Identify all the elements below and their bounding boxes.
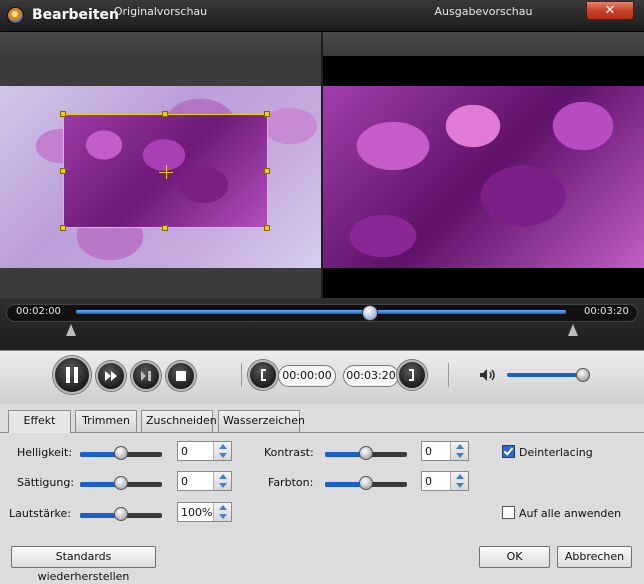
step-icon xyxy=(141,371,151,381)
stop-icon xyxy=(176,371,186,381)
ok-button[interactable]: OK xyxy=(479,546,550,568)
hue-slider-thumb[interactable] xyxy=(359,476,373,490)
spin-up-icon[interactable] xyxy=(219,474,227,479)
crop-handle-left[interactable] xyxy=(60,168,66,174)
volume-slider-track[interactable] xyxy=(507,373,585,377)
tab-effekt[interactable]: Effekt xyxy=(8,410,71,433)
crop-handle-bottom-right[interactable] xyxy=(264,225,270,231)
spin-up-icon[interactable] xyxy=(456,474,464,479)
hue-label: Farbton: xyxy=(268,476,314,489)
volume-value: 100% xyxy=(181,506,213,519)
start-time-field[interactable]: 00:00:00 xyxy=(278,365,336,387)
contrast-label: Kontrast: xyxy=(264,446,314,459)
crop-handle-top-right[interactable] xyxy=(264,111,270,117)
contrast-spin-buttons[interactable] xyxy=(450,442,468,460)
crop-region[interactable] xyxy=(63,114,268,228)
step-forward-button[interactable] xyxy=(131,361,161,391)
spin-down-icon[interactable] xyxy=(219,514,227,519)
contrast-slider-thumb[interactable] xyxy=(359,446,373,460)
brightness-slider-thumb[interactable] xyxy=(114,446,128,460)
contrast-value: 0 xyxy=(425,445,432,458)
cancel-button[interactable]: Abbrechen xyxy=(557,546,632,568)
saturation-spinner[interactable]: 0 xyxy=(177,471,232,491)
hue-spinner[interactable]: 0 xyxy=(421,471,469,491)
crop-handle-bottom-left[interactable] xyxy=(60,225,66,231)
hue-value: 0 xyxy=(425,475,432,488)
fast-forward-icon xyxy=(105,371,117,381)
saturation-value: 0 xyxy=(181,475,188,488)
hue-spin-buttons[interactable] xyxy=(450,472,468,490)
preview-divider xyxy=(321,32,323,298)
output-preview-label: Ausgabevorschau xyxy=(434,5,533,18)
timeline-playhead[interactable] xyxy=(362,305,378,321)
saturation-label: Sättigung: xyxy=(17,476,75,489)
spin-up-icon[interactable] xyxy=(219,444,227,449)
spin-down-icon[interactable] xyxy=(456,483,464,488)
apply-all-label: Auf alle anwenden xyxy=(519,507,622,520)
speaker-icon[interactable] xyxy=(479,368,497,382)
volume-slider-thumb[interactable] xyxy=(576,368,590,382)
crop-center-crosshair-icon xyxy=(166,165,167,179)
volume-spin-buttons[interactable] xyxy=(213,503,231,521)
brightness-value: 0 xyxy=(181,445,188,458)
reset-defaults-button[interactable]: Standards wiederherstellen xyxy=(11,546,156,583)
volume-label: Lautstärke: xyxy=(9,507,71,520)
spin-down-icon[interactable] xyxy=(219,483,227,488)
saturation-slider-thumb[interactable] xyxy=(114,476,128,490)
stop-button[interactable] xyxy=(166,361,196,391)
fast-forward-button[interactable] xyxy=(96,361,126,391)
pause-icon xyxy=(66,367,78,383)
crop-handle-bottom[interactable] xyxy=(162,225,168,231)
controls-separator xyxy=(241,363,242,387)
crop-handle-right[interactable] xyxy=(264,168,270,174)
tab-wasserzeichen[interactable]: Wasserzeichen xyxy=(218,410,305,432)
apply-all-checkbox[interactable] xyxy=(502,506,515,519)
bracket-close-icon xyxy=(409,369,414,381)
output-preview-image xyxy=(323,86,644,268)
controls-separator xyxy=(448,363,449,387)
brightness-spin-buttons[interactable] xyxy=(213,442,231,460)
spin-down-icon[interactable] xyxy=(219,453,227,458)
spin-up-icon[interactable] xyxy=(456,444,464,449)
volume-spinner[interactable]: 100% xyxy=(177,502,232,522)
end-time-field[interactable]: 00:03:20 xyxy=(343,365,399,387)
timeline-progress xyxy=(76,310,566,314)
tab-trimmen[interactable]: Trimmen xyxy=(75,410,137,432)
tab-strip-line xyxy=(0,432,644,433)
timeline-end-time: 00:03:20 xyxy=(584,306,629,317)
original-preview-label: Originalvorschau xyxy=(113,5,208,18)
pause-button[interactable] xyxy=(53,356,91,394)
deinterlacing-checkbox[interactable] xyxy=(502,445,515,458)
checkmark-icon xyxy=(503,445,514,456)
brightness-spinner[interactable]: 0 xyxy=(177,441,232,461)
set-end-button[interactable] xyxy=(397,360,427,390)
spin-up-icon[interactable] xyxy=(219,505,227,510)
original-preview-image xyxy=(0,86,321,268)
crop-handle-top[interactable] xyxy=(162,111,168,117)
trim-start-marker[interactable] xyxy=(66,324,76,336)
tab-zuschneiden[interactable]: Zuschneiden xyxy=(141,410,217,432)
crop-handle-top-left[interactable] xyxy=(60,111,66,117)
saturation-spin-buttons[interactable] xyxy=(213,472,231,490)
trim-end-marker[interactable] xyxy=(568,324,578,336)
timeline-start-time: 00:02:00 xyxy=(16,306,61,317)
spin-down-icon[interactable] xyxy=(456,453,464,458)
bracket-open-icon xyxy=(261,369,266,381)
set-start-button[interactable] xyxy=(248,360,278,390)
deinterlacing-label: Deinterlacing xyxy=(519,446,593,459)
contrast-spinner[interactable]: 0 xyxy=(421,441,469,461)
volume-effect-slider-thumb[interactable] xyxy=(114,507,128,521)
brightness-label: Helligkeit: xyxy=(17,446,73,459)
